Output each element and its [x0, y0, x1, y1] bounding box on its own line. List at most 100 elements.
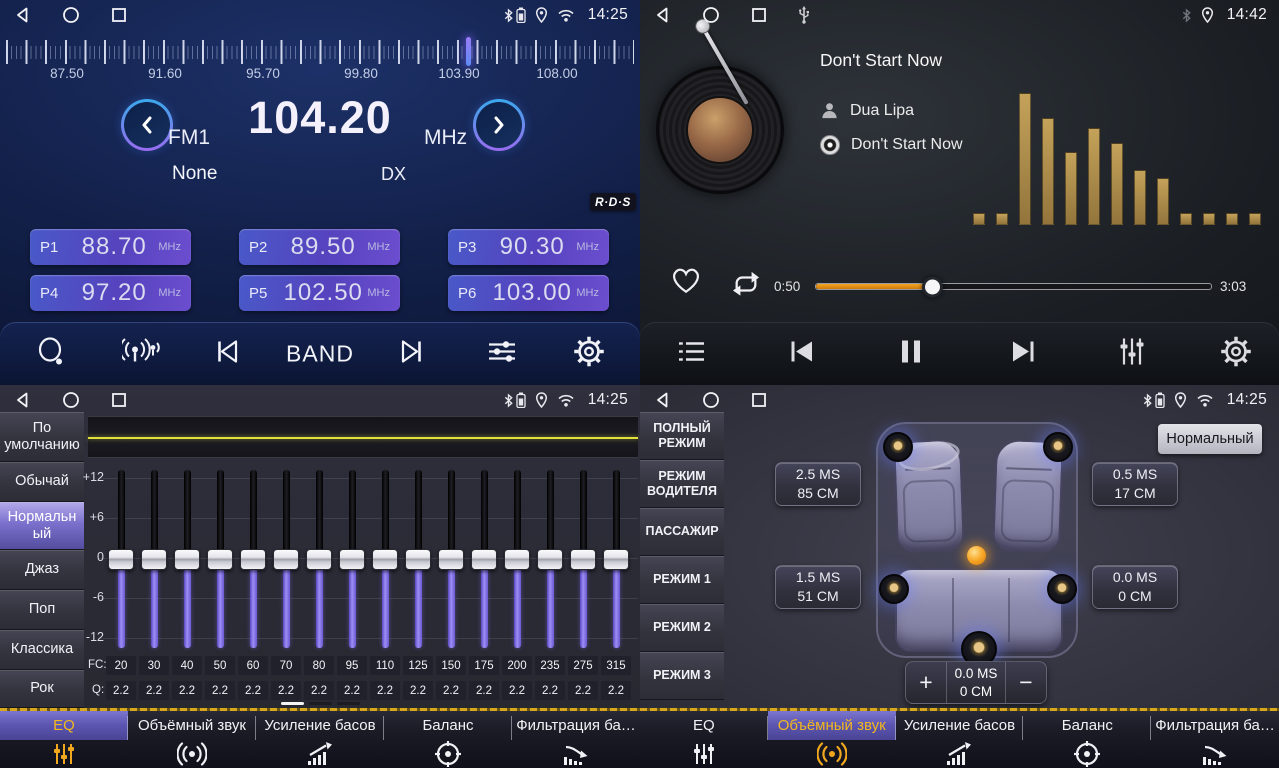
fc-value-11[interactable]: 175 — [469, 656, 499, 675]
eq-sliders-icon[interactable] — [640, 741, 768, 767]
q-value-1[interactable]: 2.2 — [139, 681, 169, 700]
front-left-delay-button[interactable]: 2.5 MS 85 CM — [775, 462, 861, 506]
fc-value-1[interactable]: 30 — [139, 656, 169, 675]
slider-handle[interactable] — [537, 549, 563, 570]
q-value-13[interactable]: 2.2 — [535, 681, 565, 700]
rear-right-delay-button[interactable]: 0.0 MS 0 CM — [1092, 565, 1178, 609]
preset-button-p4[interactable]: P497.20MHz — [30, 275, 191, 311]
broadcast-icon[interactable] — [122, 337, 160, 372]
settings-gear-icon[interactable] — [1221, 337, 1251, 372]
tab-surround[interactable]: Объёмный звук — [128, 711, 256, 740]
eq-band-slider-2[interactable] — [174, 470, 200, 648]
fc-value-9[interactable]: 125 — [403, 656, 433, 675]
tab-surround[interactable]: Объёмный звук — [768, 711, 896, 740]
fc-value-4[interactable]: 60 — [238, 656, 268, 675]
favorite-icon[interactable] — [670, 266, 702, 300]
pause-icon[interactable] — [900, 339, 922, 370]
slider-handle[interactable] — [405, 549, 431, 570]
tuner-settings-icon[interactable] — [485, 337, 519, 372]
q-value-3[interactable]: 2.2 — [205, 681, 235, 700]
surround-mode-item-0[interactable]: ПОЛНЫЙ РЕЖИМ — [640, 412, 724, 460]
fc-value-12[interactable]: 200 — [502, 656, 532, 675]
tab-bass-boost[interactable]: Усиление басов — [896, 711, 1024, 740]
eq-band-slider-5[interactable] — [273, 470, 299, 648]
frequency-scale[interactable] — [6, 40, 634, 64]
q-value-10[interactable]: 2.2 — [436, 681, 466, 700]
back-icon[interactable] — [14, 6, 32, 24]
progress-bar[interactable] — [815, 283, 1212, 290]
tab-eq-sliders[interactable]: EQ — [0, 711, 128, 740]
slider-handle[interactable] — [372, 549, 398, 570]
repeat-icon[interactable] — [728, 270, 764, 303]
slider-handle[interactable] — [339, 549, 365, 570]
slider-handle[interactable] — [603, 549, 629, 570]
slider-handle[interactable] — [504, 549, 530, 570]
q-value-8[interactable]: 2.2 — [370, 681, 400, 700]
listening-position-marker[interactable] — [967, 546, 986, 565]
q-value-12[interactable]: 2.2 — [502, 681, 532, 700]
fc-value-3[interactable]: 50 — [205, 656, 235, 675]
eq-band-slider-4[interactable] — [240, 470, 266, 648]
bass-boost-icon[interactable] — [896, 741, 1024, 767]
fc-value-10[interactable]: 150 — [436, 656, 466, 675]
eq-band-slider-15[interactable] — [603, 470, 629, 648]
q-value-11[interactable]: 2.2 — [469, 681, 499, 700]
eq-band-slider-13[interactable] — [537, 470, 563, 648]
recents-icon[interactable] — [750, 6, 768, 24]
recents-icon[interactable] — [750, 391, 768, 409]
tab-eq-sliders[interactable]: EQ — [640, 711, 768, 740]
eq-band-slider-8[interactable] — [372, 470, 398, 648]
eq-band-slider-1[interactable] — [141, 470, 167, 648]
tab-filter[interactable]: Фильтрация ба… — [512, 711, 640, 740]
decrease-delay-button[interactable]: − — [1006, 662, 1046, 703]
eq-band-slider-10[interactable] — [438, 470, 464, 648]
eq-band-slider-7[interactable] — [339, 470, 365, 648]
q-value-6[interactable]: 2.2 — [304, 681, 334, 700]
slider-handle[interactable] — [306, 549, 332, 570]
tab-balance[interactable]: Баланс — [1023, 711, 1151, 740]
slider-handle[interactable] — [273, 549, 299, 570]
previous-track-icon[interactable] — [788, 340, 816, 369]
filter-icon[interactable] — [512, 741, 640, 767]
q-value-7[interactable]: 2.2 — [337, 681, 367, 700]
q-value-2[interactable]: 2.2 — [172, 681, 202, 700]
fc-value-0[interactable]: 20 — [106, 656, 136, 675]
eq-band-slider-14[interactable] — [570, 470, 596, 648]
eq-band-slider-11[interactable] — [471, 470, 497, 648]
surround-icon[interactable] — [768, 741, 896, 767]
q-value-4[interactable]: 2.2 — [238, 681, 268, 700]
preset-button-p6[interactable]: P6103.00MHz — [448, 275, 609, 311]
eq-band-slider-9[interactable] — [405, 470, 431, 648]
surround-icon[interactable] — [128, 741, 256, 767]
playlist-icon[interactable] — [677, 340, 707, 369]
back-icon[interactable] — [14, 391, 32, 409]
back-icon[interactable] — [654, 6, 672, 24]
eq-band-slider-12[interactable] — [504, 470, 530, 648]
eq-band-slider-0[interactable] — [108, 470, 134, 648]
tune-up-button[interactable] — [473, 99, 525, 151]
slider-handle[interactable] — [240, 549, 266, 570]
progress-handle[interactable] — [922, 276, 943, 297]
equalizer-icon[interactable] — [1117, 337, 1147, 372]
filter-icon[interactable] — [1151, 741, 1279, 767]
q-value-15[interactable]: 2.2 — [601, 681, 631, 700]
slider-handle[interactable] — [174, 549, 200, 570]
slider-handle[interactable] — [471, 549, 497, 570]
fc-value-5[interactable]: 70 — [271, 656, 301, 675]
fc-value-7[interactable]: 95 — [337, 656, 367, 675]
surround-mode-item-2[interactable]: ПАССАЖИР — [640, 508, 724, 556]
slider-handle[interactable] — [108, 549, 134, 570]
back-icon[interactable] — [654, 391, 672, 409]
sound-profile-button[interactable]: Нормальный — [1158, 424, 1262, 454]
eq-band-slider-6[interactable] — [306, 470, 332, 648]
q-value-14[interactable]: 2.2 — [568, 681, 598, 700]
eq-sliders-icon[interactable] — [0, 741, 128, 767]
next-station-icon[interactable] — [396, 339, 426, 370]
balance-icon[interactable] — [384, 740, 512, 768]
tab-filter[interactable]: Фильтрация ба… — [1151, 711, 1279, 740]
rear-left-delay-button[interactable]: 1.5 MS 51 CM — [775, 565, 861, 609]
settings-gear-icon[interactable] — [574, 337, 604, 372]
tab-balance[interactable]: Баланс — [384, 711, 512, 740]
slider-handle[interactable] — [438, 549, 464, 570]
q-value-0[interactable]: 2.2 — [106, 681, 136, 700]
